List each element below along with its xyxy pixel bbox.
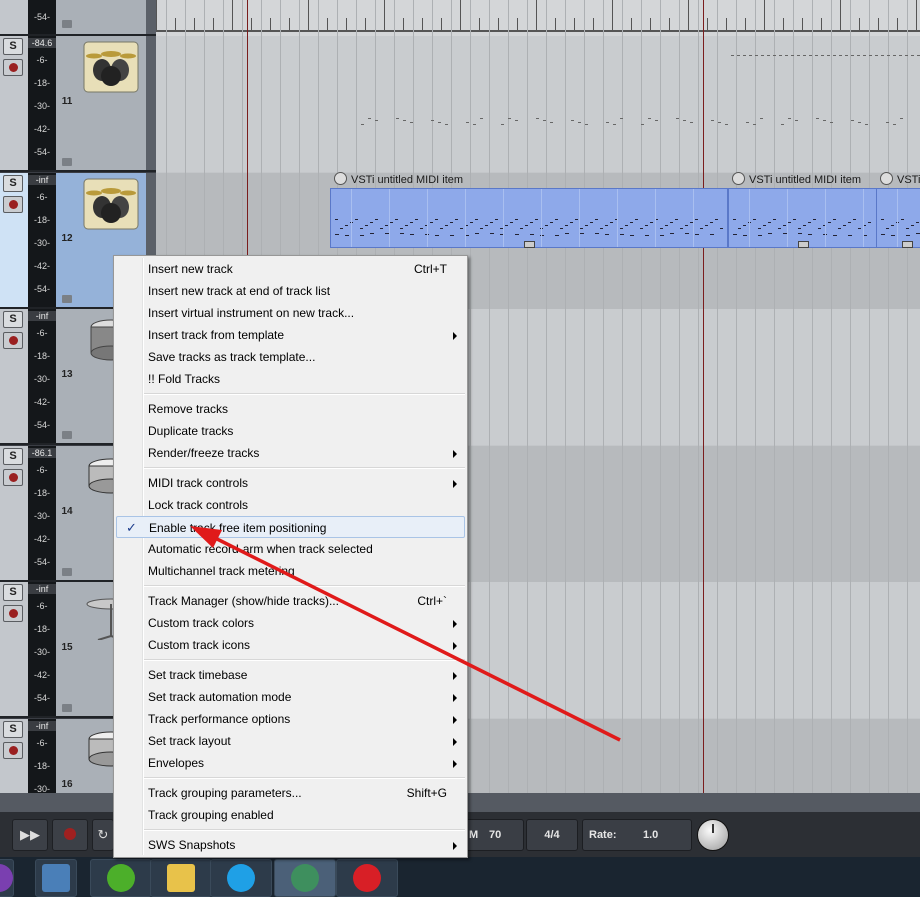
annotation-arrow <box>190 526 621 742</box>
